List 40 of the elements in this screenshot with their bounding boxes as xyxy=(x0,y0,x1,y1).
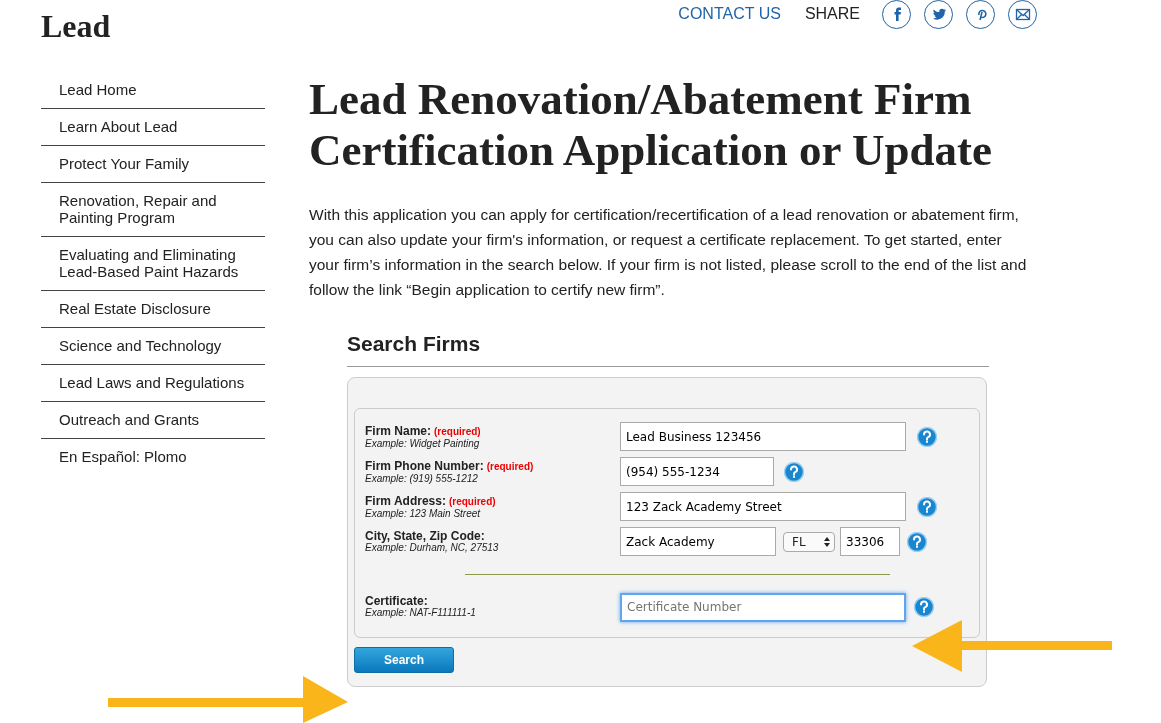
sidebar-link[interactable]: Learn About Lead xyxy=(41,109,265,146)
sidebar-link[interactable]: Science and Technology xyxy=(41,328,265,365)
sidebar-link[interactable]: Lead Home xyxy=(41,72,265,109)
text-field[interactable]: (954) 555-1234 xyxy=(620,457,774,486)
intro-text: With this application you can apply for certification/recertification of a lead renovation or abatement firm, you can also update your firm's information, or request a certificate replacement. To get started, enter your firm’s information in the search below. If your firm is not listed, please scroll to the end of the list and follow the link “Begin application to certify new firm”. xyxy=(309,205,1028,300)
field-label: Certificate: xyxy=(365,595,429,607)
sidebar-link[interactable]: En Español: Plomo xyxy=(41,439,265,475)
help-icon[interactable] xyxy=(907,531,927,552)
zip-field[interactable]: 33306 xyxy=(840,527,900,556)
field-label: Firm Address: (required) xyxy=(365,493,497,508)
help-icon[interactable] xyxy=(914,597,934,617)
text-field[interactable]: Lead Business 123456 xyxy=(620,422,906,451)
contact-link[interactable]: CONTACT US xyxy=(678,5,781,23)
sidebar-link[interactable]: Evaluating and Eliminating Lead-Based Paint Hazards xyxy=(41,237,265,291)
certificate-field[interactable]: Certificate Number xyxy=(620,592,906,622)
field-example: Example: Durham, NC, 27513 xyxy=(365,542,500,554)
field-label: Firm Name: (required) xyxy=(365,423,482,438)
field-example: Example: Widget Painting xyxy=(365,437,481,450)
updown-icon xyxy=(824,536,830,547)
sidebar-link[interactable]: Real Estate Disclosure xyxy=(41,291,265,328)
help-icon[interactable] xyxy=(784,461,804,482)
city-field[interactable]: Zack Academy xyxy=(620,527,776,556)
sidebar-link[interactable]: Protect Your Family xyxy=(41,146,265,183)
site-logo[interactable]: Lead xyxy=(41,8,111,46)
field-example: Example: (919) 555-1212 xyxy=(365,472,479,485)
help-icon[interactable] xyxy=(917,426,937,447)
share-label: SHARE xyxy=(804,5,860,23)
field-label: Firm Phone Number: (required) xyxy=(365,458,535,473)
sidebar-link[interactable]: Renovation, Repair and Painting Program xyxy=(41,183,265,237)
sidebar-link[interactable]: Outreach and Grants xyxy=(41,402,265,439)
sidebar-link[interactable]: Lead Laws and Regulations xyxy=(41,365,265,402)
page-title: Lead Renovation/Abatement Firm Certification Application or Update xyxy=(309,74,993,176)
state-select[interactable]: FL xyxy=(783,531,835,552)
field-example: Example: NAT-F111111-1 xyxy=(365,607,477,619)
text-field[interactable]: 123 Zack Academy Street xyxy=(620,492,906,521)
field-example: Example: 123 Main Street xyxy=(365,507,482,520)
field-label: City, State, Zip Code: xyxy=(365,529,485,542)
help-icon[interactable] xyxy=(917,496,937,517)
search-button[interactable]: Search xyxy=(354,647,454,673)
section-heading: Search Firms xyxy=(347,332,989,367)
